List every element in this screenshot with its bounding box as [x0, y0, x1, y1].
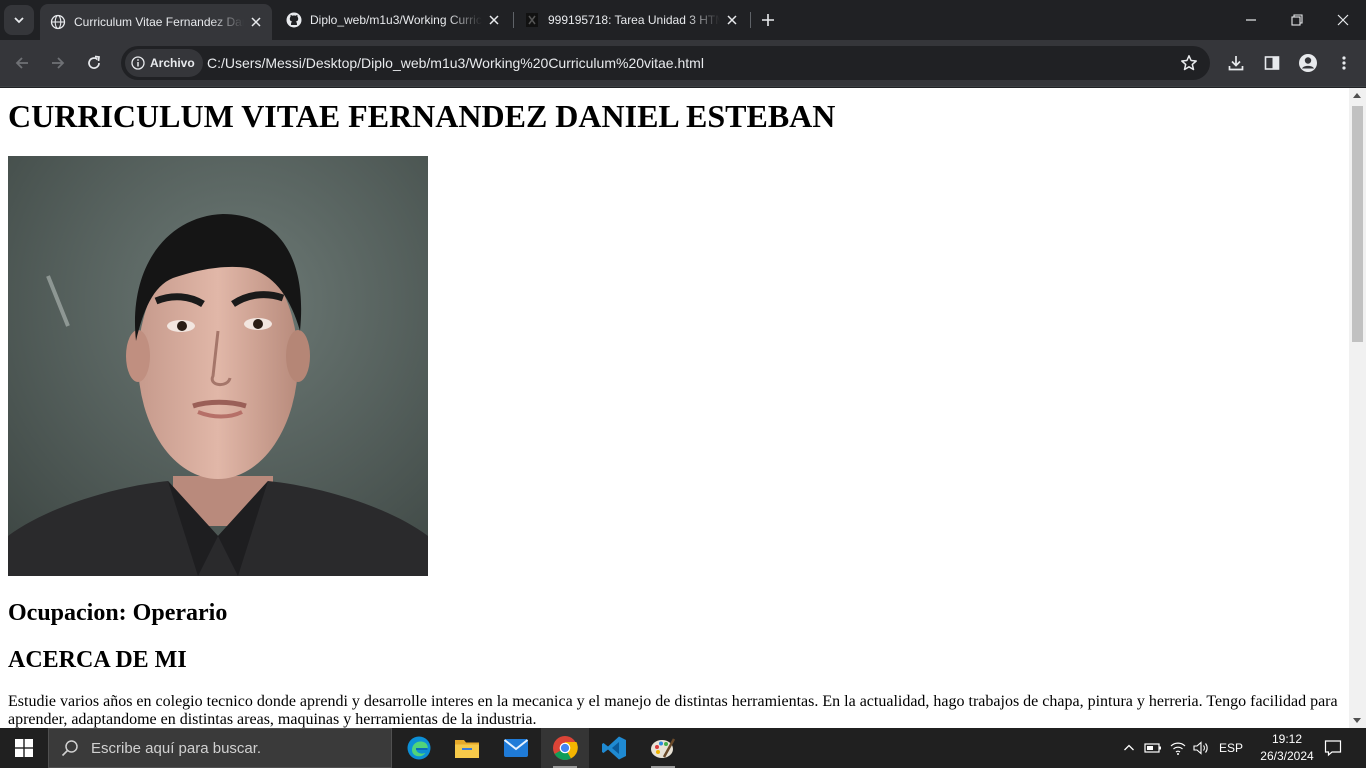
chevron-down-icon [14, 17, 24, 24]
taskbar-search-placeholder: Escribe aquí para buscar. [91, 739, 262, 757]
language-indicator[interactable]: ESP [1216, 728, 1246, 768]
wifi-icon[interactable] [1167, 728, 1189, 768]
side-panel-icon [1264, 56, 1280, 70]
close-window-button[interactable] [1320, 0, 1366, 40]
tab-search-button[interactable] [4, 5, 34, 35]
close-tab-icon[interactable] [248, 14, 264, 30]
profile-photo [8, 156, 428, 576]
menu-button[interactable] [1329, 48, 1359, 78]
minimize-button[interactable] [1228, 0, 1274, 40]
windows-logo-icon [15, 739, 33, 757]
start-button[interactable] [0, 728, 48, 768]
mail-icon[interactable] [492, 728, 540, 768]
battery-icon[interactable] [1142, 728, 1164, 768]
tab-curriculum[interactable]: Curriculum Vitae Fernandez Daniel Esteba… [40, 4, 272, 40]
paint-icon[interactable] [639, 728, 687, 768]
arrow-left-icon [15, 57, 28, 69]
plus-icon [762, 14, 774, 26]
clock-date: 26/3/2024 [1260, 749, 1314, 763]
bookmark-star-icon[interactable] [1178, 52, 1200, 74]
tab-tarea[interactable]: 999195718: Tarea Unidad 3 HTML [514, 0, 748, 40]
close-tab-icon[interactable] [486, 12, 502, 28]
profile-button[interactable] [1293, 48, 1323, 78]
address-bar[interactable]: Archivo C:/Users/Messi/Desktop/Diplo_web… [121, 46, 1210, 80]
globe-icon [50, 14, 66, 30]
page-title: CURRICULUM VITAE FERNANDEZ DANIEL ESTEBA… [8, 98, 836, 134]
browser-toolbar: Archivo C:/Users/Messi/Desktop/Diplo_web… [0, 40, 1366, 87]
minimize-icon [1246, 19, 1256, 21]
back-button[interactable] [7, 48, 37, 78]
search-icon [61, 740, 78, 757]
close-tab-icon[interactable] [724, 12, 740, 28]
scroll-up-arrow-icon[interactable] [1353, 93, 1361, 98]
restore-icon [1291, 14, 1303, 26]
new-tab-button[interactable] [756, 8, 780, 32]
page-icon [524, 12, 540, 28]
windows-taskbar: Escribe aquí para buscar. ESP 19:12 26/3… [0, 728, 1366, 768]
occupation-heading: Ocupacion: Operario [8, 600, 228, 626]
chrome-icon[interactable] [541, 728, 589, 768]
clock-time: 19:12 [1271, 732, 1303, 746]
arrow-right-icon [52, 57, 65, 69]
reload-button[interactable] [79, 48, 109, 78]
file-explorer-icon[interactable] [443, 728, 491, 768]
close-icon [1337, 14, 1349, 26]
tab-title: Diplo_web/m1u3/Working Curriculum vitae.… [310, 13, 482, 27]
tab-title: 999195718: Tarea Unidad 3 HTML [548, 13, 720, 27]
show-hidden-icons-chevron-icon[interactable] [1119, 728, 1139, 768]
github-icon [286, 12, 302, 28]
notifications-icon[interactable] [1320, 728, 1346, 768]
about-text: Estudie varios años en colegio tecnico d… [8, 693, 1338, 728]
download-icon [1228, 56, 1244, 71]
tab-separator [750, 12, 751, 28]
volume-icon[interactable] [1190, 728, 1212, 768]
forward-button[interactable] [43, 48, 73, 78]
info-icon [131, 56, 145, 70]
browser-tabstrip: Curriculum Vitae Fernandez Daniel Esteba… [0, 0, 1366, 40]
url-text[interactable]: C:/Users/Messi/Desktop/Diplo_web/m1u3/Wo… [207, 55, 704, 71]
restore-button[interactable] [1274, 0, 1320, 40]
tab-title: Curriculum Vitae Fernandez Daniel Esteba… [74, 15, 244, 29]
vscode-icon[interactable] [590, 728, 638, 768]
reload-icon [88, 55, 100, 69]
edge-icon[interactable] [395, 728, 443, 768]
scrollbar-thumb[interactable] [1352, 106, 1363, 342]
site-info-chip[interactable]: Archivo [125, 49, 203, 77]
side-panel-button[interactable] [1257, 48, 1287, 78]
scroll-down-arrow-icon[interactable] [1353, 718, 1361, 723]
about-heading: ACERCA DE MI [8, 647, 187, 673]
taskbar-search-box[interactable]: Escribe aquí para buscar. [48, 728, 392, 768]
page-scrollbar[interactable] [1349, 88, 1366, 728]
page-viewport: CURRICULUM VITAE FERNANDEZ DANIEL ESTEBA… [0, 88, 1366, 728]
more-vertical-icon [1342, 56, 1346, 70]
tab-github[interactable]: Diplo_web/m1u3/Working Curriculum vitae.… [276, 0, 510, 40]
site-info-label: Archivo [150, 56, 195, 70]
clock[interactable]: 19:12 26/3/2024 [1255, 731, 1319, 765]
downloads-button[interactable] [1221, 48, 1251, 78]
profile-icon [1299, 54, 1317, 72]
